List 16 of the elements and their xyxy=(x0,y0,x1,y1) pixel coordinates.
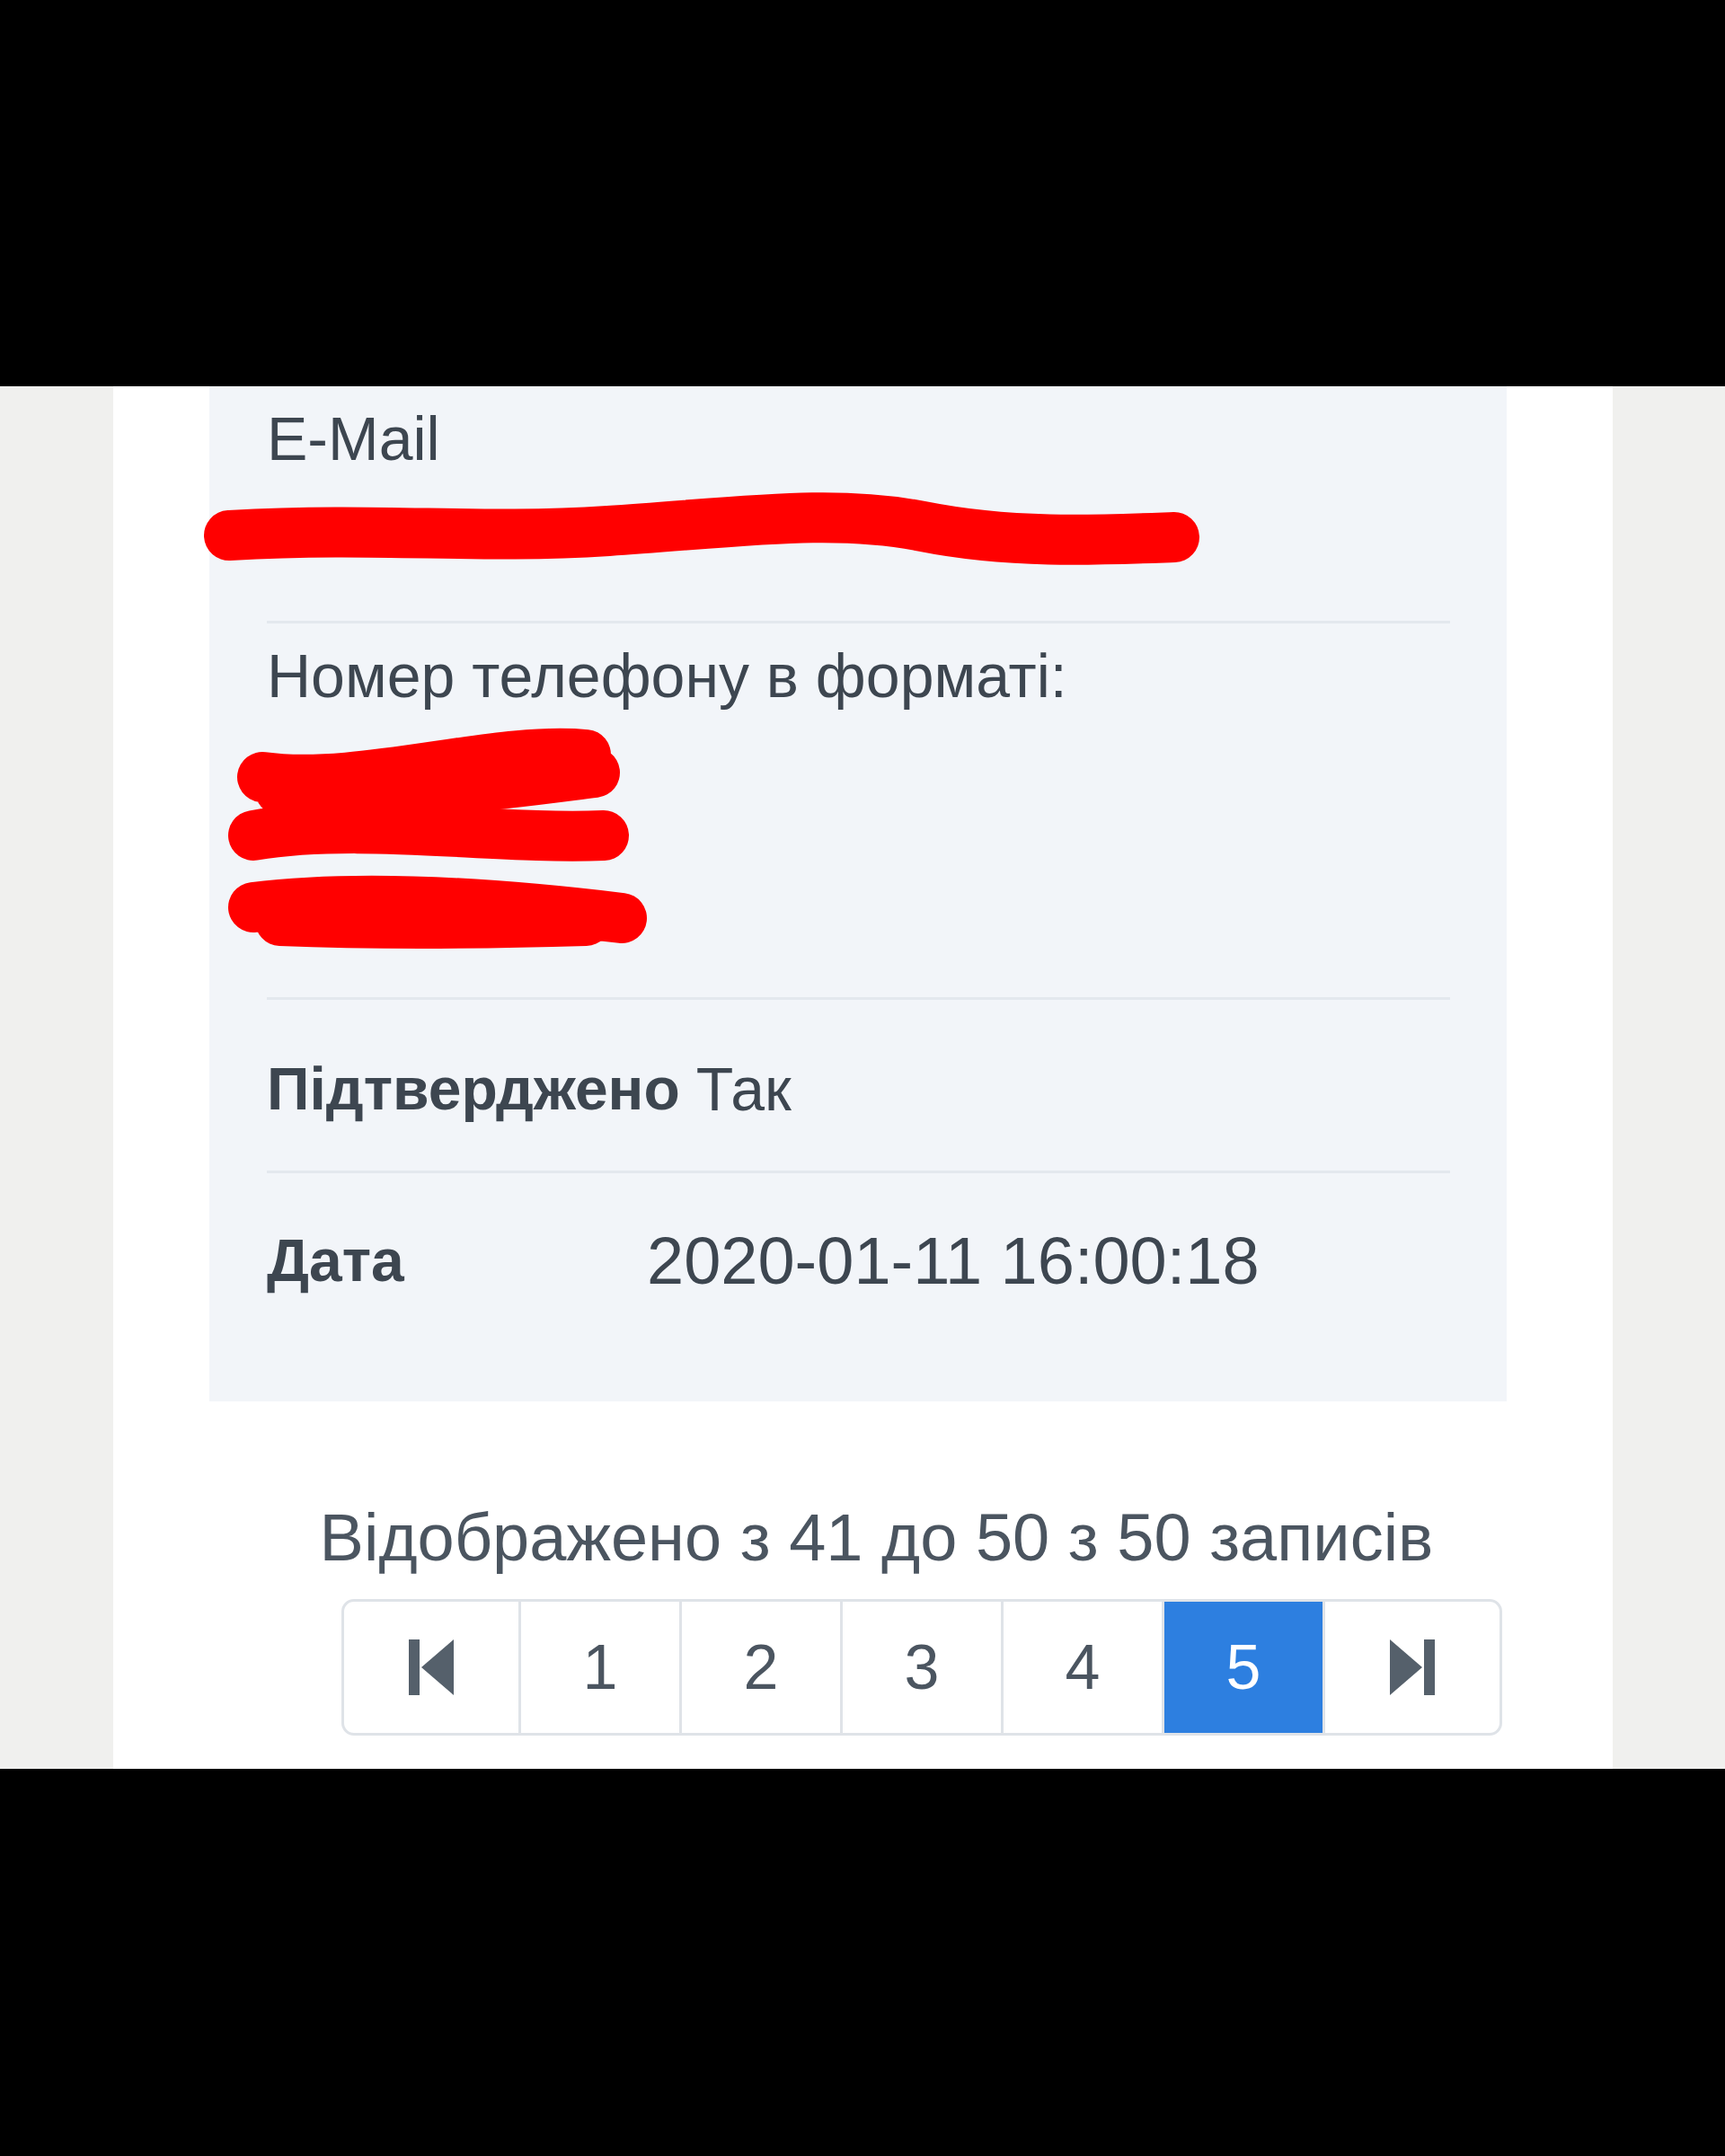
page-button[interactable]: 1 xyxy=(518,1599,682,1736)
last-page-button[interactable] xyxy=(1322,1599,1502,1736)
first-page-button[interactable] xyxy=(341,1599,521,1736)
page-button[interactable]: 2 xyxy=(679,1599,843,1736)
page-button[interactable]: 5 xyxy=(1162,1599,1325,1736)
field-value: 2020-01-11 16:00:18 xyxy=(647,1222,1260,1300)
records-summary: Відображено з 41 до 50 з 50 записів xyxy=(319,1502,1434,1574)
field-label: Номер телефону в форматі: xyxy=(267,641,1068,710)
skip-back-icon xyxy=(409,1639,454,1695)
field-label: Підтверджено xyxy=(267,1054,680,1124)
field-label: E-Mail xyxy=(267,404,441,473)
field-value: Так xyxy=(695,1054,792,1125)
page-button[interactable]: 3 xyxy=(840,1599,1004,1736)
field-label: Дата xyxy=(267,1225,405,1295)
skip-forward-icon xyxy=(1390,1639,1435,1695)
page-button[interactable]: 4 xyxy=(1001,1599,1164,1736)
